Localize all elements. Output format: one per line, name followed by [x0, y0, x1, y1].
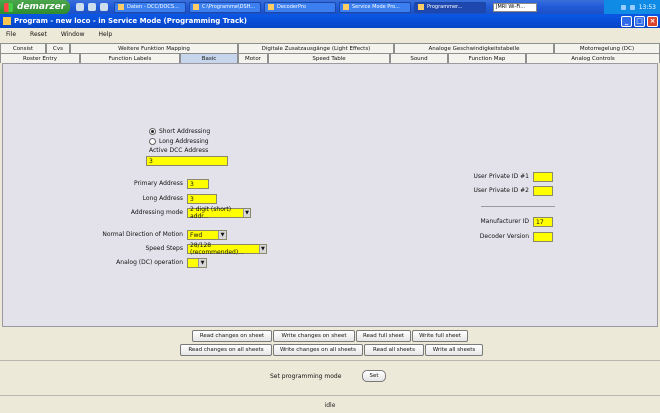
- decoder-version-label: Decoder Version: [479, 233, 529, 240]
- tab-function-labels[interactable]: Function Labels: [80, 53, 180, 63]
- manufacturer-id-label: Manufacturer ID: [480, 218, 530, 225]
- tab-cvs[interactable]: Cvs: [46, 43, 70, 53]
- tab-function-mapping[interactable]: Weitere Funktion Mapping: [70, 43, 238, 53]
- status-text: idle: [324, 401, 336, 409]
- menu-help[interactable]: Help: [98, 31, 112, 38]
- tab-consist[interactable]: Consist: [0, 43, 46, 53]
- menu-bar: File Reset Window Help: [0, 28, 660, 40]
- long-addressing-radio[interactable]: Long Addressing: [149, 138, 209, 145]
- analog-operation-label: Analog (DC) operation: [116, 259, 183, 266]
- primary-address-field[interactable]: 3: [187, 179, 209, 189]
- network-icon[interactable]: [620, 4, 626, 10]
- normal-direction-select[interactable]: Fwd ▼: [187, 230, 227, 240]
- speed-steps-select[interactable]: 28/128 (recommended)... ▼: [187, 242, 267, 256]
- chevron-down-icon: ▼: [243, 209, 250, 217]
- speed-steps-label: Speed Steps: [145, 245, 183, 252]
- divider: [481, 206, 555, 207]
- tab-roster-entry[interactable]: Roster Entry: [0, 53, 80, 63]
- radio-selected-icon: [149, 128, 156, 135]
- tab-sound[interactable]: Sound: [390, 53, 448, 63]
- tab-function-map[interactable]: Function Map: [448, 53, 526, 63]
- primary-address-label: Primary Address: [134, 180, 183, 187]
- chevron-down-icon: ▼: [198, 259, 206, 267]
- analog-operation-select[interactable]: ▼: [187, 258, 207, 268]
- user-id2-label: User Private ID #2: [473, 187, 529, 194]
- status-bar: idle: [0, 397, 660, 413]
- window-title: Program - new loco - in Service Mode (Pr…: [14, 17, 247, 25]
- app-icon: [418, 4, 424, 10]
- user-id2-field[interactable]: [533, 186, 553, 196]
- user-id1-label: User Private ID #1: [473, 173, 529, 180]
- write-changes-all-button[interactable]: Write changes on all sheets: [273, 344, 363, 356]
- app-icon: [343, 4, 349, 10]
- taskbar-item-2[interactable]: C:\Programme\DSH...: [189, 1, 261, 13]
- windows-flag-icon: [4, 2, 13, 12]
- volume-icon[interactable]: [629, 4, 635, 10]
- normal-direction-label: Normal Direction of Motion: [102, 231, 183, 238]
- active-address-label: Active DCC Address: [149, 147, 209, 154]
- tab-light-effects[interactable]: Digitale Zusatzausgänge (Light Effects): [238, 43, 394, 53]
- separator: [0, 395, 660, 396]
- browser-icon[interactable]: [88, 3, 96, 11]
- start-button[interactable]: demarzer: [0, 0, 70, 14]
- taskbar: demarzer Daten - DCC/DOCS... C:\Programm…: [0, 0, 660, 14]
- write-full-sheet-button[interactable]: Write full sheet: [412, 330, 468, 342]
- separator: [0, 360, 660, 361]
- write-changes-sheet-button[interactable]: Write changes on sheet: [273, 330, 355, 342]
- quick-launch: [76, 3, 108, 11]
- taskbar-item-4[interactable]: Service Mode Pro...: [339, 1, 411, 13]
- minimize-button[interactable]: _: [621, 15, 632, 27]
- start-label: demarzer: [17, 2, 66, 12]
- long-address-label: Long Address: [142, 195, 183, 202]
- tab-speed-table[interactable]: Speed Table: [268, 53, 390, 63]
- app-icon: [3, 17, 11, 25]
- app-icon: [118, 4, 124, 10]
- addressing-mode-label: Addressing mode: [130, 209, 183, 216]
- user-id1-field[interactable]: [533, 172, 553, 182]
- write-all-sheets-button[interactable]: Write all sheets: [425, 344, 483, 356]
- taskbar-item-3[interactable]: DecoderPro: [264, 1, 336, 13]
- window-titlebar: Program - new loco - in Service Mode (Pr…: [0, 14, 660, 28]
- tab-basic[interactable]: Basic: [180, 53, 238, 63]
- taskbar-item-5[interactable]: Programmer...: [414, 1, 486, 13]
- decoder-version-field[interactable]: [533, 232, 553, 242]
- app-icon: [268, 4, 274, 10]
- clock: 13:53: [638, 3, 656, 11]
- tab-row-1: Consist Cvs Weitere Funktion Mapping Dig…: [0, 43, 660, 53]
- read-changes-sheet-button[interactable]: Read changes on sheet: [192, 330, 272, 342]
- media-icon[interactable]: [100, 3, 108, 11]
- read-all-sheets-button[interactable]: Read all sheets: [364, 344, 424, 356]
- menu-file[interactable]: File: [6, 31, 16, 38]
- tab-motor-control[interactable]: Motorregelung (DC): [554, 43, 660, 53]
- tab-analog-controls[interactable]: Analog Controls: [526, 53, 660, 63]
- taskbar-item-1[interactable]: Daten - DCC/DOCS...: [114, 1, 186, 13]
- manufacturer-id-field[interactable]: 17: [533, 217, 553, 227]
- read-full-sheet-button[interactable]: Read full sheet: [356, 330, 411, 342]
- long-address-field[interactable]: 3: [187, 194, 217, 204]
- system-tray: 13:53: [604, 0, 660, 14]
- set-mode-button[interactable]: Set: [362, 370, 386, 382]
- close-button[interactable]: ×: [647, 15, 658, 27]
- taskbar-search-input[interactable]: JMRI Wi-Fi...: [493, 2, 537, 12]
- maximize-button[interactable]: □: [634, 15, 645, 27]
- addressing-mode-select[interactable]: 2 digit (short) addr... ▼: [187, 206, 251, 220]
- tab-analog-speed-table[interactable]: Analoge Geschwindigkeitstabelle: [394, 43, 554, 53]
- tab-motor[interactable]: Motor: [238, 53, 268, 63]
- active-address-field[interactable]: 3: [146, 156, 228, 166]
- read-changes-all-button[interactable]: Read changes on all sheets: [180, 344, 272, 356]
- menu-window[interactable]: Window: [61, 31, 85, 38]
- radio-unselected-icon: [149, 138, 156, 145]
- chevron-down-icon: ▼: [218, 231, 226, 239]
- tab-row-2: Roster Entry Function Labels Basic Motor…: [0, 53, 660, 63]
- desktop-icon[interactable]: [76, 3, 84, 11]
- basic-panel: Short Addressing Long Addressing Active …: [2, 63, 658, 327]
- menu-reset[interactable]: Reset: [30, 31, 47, 38]
- folder-icon: [193, 4, 199, 10]
- set-mode-label: Set programming mode: [270, 373, 342, 380]
- short-addressing-radio[interactable]: Short Addressing: [149, 128, 210, 135]
- chevron-down-icon: ▼: [258, 245, 266, 253]
